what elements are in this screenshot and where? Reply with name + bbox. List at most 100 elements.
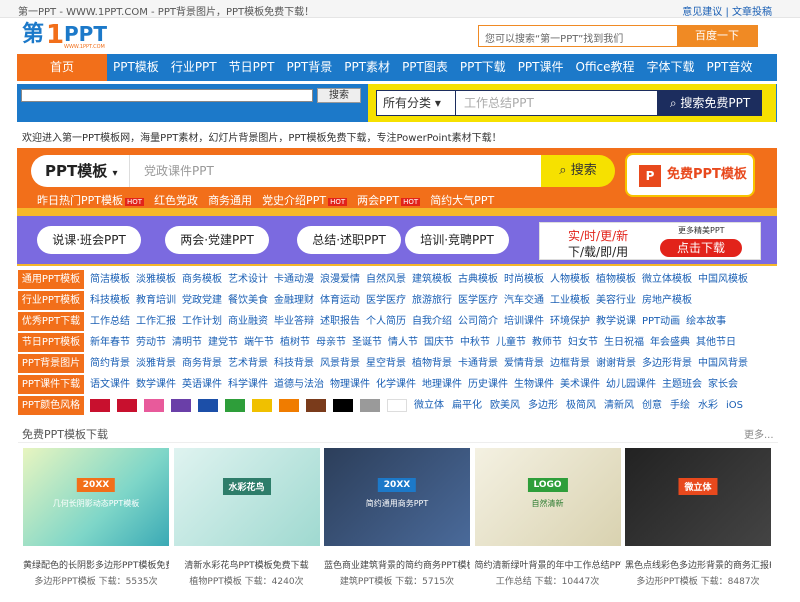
hot-link[interactable]: 党史介绍PPT HOT: [262, 192, 348, 208]
color-swatch[interactable]: [171, 399, 191, 412]
category-link[interactable]: 谢谢背景: [596, 354, 636, 373]
category-link[interactable]: 绘本故事: [686, 312, 726, 331]
category-link[interactable]: 新年春节: [90, 333, 130, 352]
category-link[interactable]: 年会盛典: [650, 333, 690, 352]
nav-item[interactable]: 行业PPT: [165, 54, 223, 81]
category-link[interactable]: 边框背景: [550, 354, 590, 373]
nav-item[interactable]: PPT图表: [396, 54, 454, 81]
template-card[interactable]: 微立体 黑色点线彩色多边形背景的商务汇报PPT 多边形PPT模板 下载：8487次: [625, 448, 771, 587]
color-swatch[interactable]: [144, 399, 164, 412]
category-link[interactable]: 古典模板: [458, 270, 498, 289]
category-link[interactable]: 微立体模板: [642, 270, 692, 289]
category-link[interactable]: 科技背景: [274, 354, 314, 373]
nav-home[interactable]: 首页: [17, 54, 107, 81]
category-link[interactable]: 清明节: [172, 333, 202, 352]
category-link[interactable]: 浪漫爱情: [320, 270, 360, 289]
template-thumbnail[interactable]: LOGO 自然清新: [474, 448, 621, 546]
category-link[interactable]: 淡雅背景: [136, 354, 176, 373]
category-link[interactable]: 微立体: [414, 396, 444, 415]
hot-link[interactable]: 简约大气PPT: [430, 192, 494, 208]
baidu-button[interactable]: 百度一下: [677, 26, 757, 46]
feedback-link[interactable]: 意见建议: [682, 7, 722, 18]
color-swatch[interactable]: [360, 399, 380, 412]
category-link[interactable]: 卡通动漫: [274, 270, 314, 289]
color-swatch[interactable]: [306, 399, 326, 412]
category-link[interactable]: 教育培训: [136, 291, 176, 310]
category-link[interactable]: 中国风模板: [698, 270, 748, 289]
category-label[interactable]: 节日PPT模板: [18, 333, 84, 352]
category-link[interactable]: 欧美风: [490, 396, 520, 415]
category-link[interactable]: iOS: [726, 396, 743, 415]
category-link[interactable]: 艺术背景: [228, 354, 268, 373]
pill-1[interactable]: 说课·班会PPT: [37, 226, 141, 254]
category-link[interactable]: 教师节: [532, 333, 562, 352]
category-link[interactable]: 教学说课: [596, 312, 636, 331]
category-link[interactable]: 公司简介: [458, 312, 498, 331]
card-category[interactable]: 多边形PPT模板: [34, 577, 95, 587]
category-link[interactable]: 述职报告: [320, 312, 360, 331]
category-link[interactable]: 生物课件: [514, 375, 554, 394]
free-ppt-button[interactable]: P 免费PPT模板: [625, 153, 755, 197]
site-search-input[interactable]: [21, 89, 313, 102]
download-promo[interactable]: 实/时/更/新 下/载/即/用 更多精美PPT 点击下载: [539, 222, 761, 260]
category-link[interactable]: 语文课件: [90, 375, 130, 394]
category-link[interactable]: 人物模板: [550, 270, 590, 289]
category-link[interactable]: 多边形背景: [642, 354, 692, 373]
site-search-button[interactable]: 搜索: [317, 88, 361, 103]
nav-item[interactable]: 字体下载: [641, 54, 701, 81]
category-link[interactable]: 植物模板: [596, 270, 636, 289]
category-link[interactable]: 主题班会: [662, 375, 702, 394]
pill-4[interactable]: 培训·竞聘PPT: [405, 226, 509, 254]
category-link[interactable]: 星空背景: [366, 354, 406, 373]
hot-link[interactable]: 商务通用: [208, 192, 252, 208]
card-title[interactable]: 简约清新绿叶背景的年中工作总结PPT模板: [475, 558, 621, 571]
template-card[interactable]: 20XX 简约通用商务PPT 蓝色商业建筑背景的简约商务PPT模板 建筑PPT模板 下…: [324, 448, 470, 587]
card-title[interactable]: 黑色点线彩色多边形背景的商务汇报PPT: [625, 558, 771, 571]
category-link[interactable]: 毕业答辩: [274, 312, 314, 331]
banner-search-button[interactable]: ⌕ 搜索: [541, 155, 615, 187]
template-thumbnail[interactable]: 20XX 几何长阴影动态PPT模板: [23, 448, 169, 546]
category-link[interactable]: 卡通背景: [458, 354, 498, 373]
card-category[interactable]: 工作总结: [496, 577, 532, 587]
nav-item[interactable]: PPT课件: [512, 54, 570, 81]
category-link[interactable]: 中国风背景: [698, 354, 748, 373]
category-link[interactable]: 极简风: [566, 396, 596, 415]
category-link[interactable]: 风景背景: [320, 354, 360, 373]
category-link[interactable]: 地理课件: [422, 375, 462, 394]
category-link[interactable]: 医学医疗: [366, 291, 406, 310]
category-link[interactable]: 端午节: [244, 333, 274, 352]
card-title[interactable]: 清新水彩花鸟PPT模板免费下载: [174, 558, 320, 571]
category-link[interactable]: 工作计划: [182, 312, 222, 331]
category-link[interactable]: 情人节: [388, 333, 418, 352]
category-link[interactable]: 多边形: [528, 396, 558, 415]
category-link[interactable]: 国庆节: [424, 333, 454, 352]
category-link[interactable]: 幼儿园课件: [606, 375, 656, 394]
nav-item[interactable]: PPT下载: [454, 54, 512, 81]
category-link[interactable]: 自然风景: [366, 270, 406, 289]
category-link[interactable]: 商务模板: [182, 270, 222, 289]
category-link[interactable]: 母亲节: [316, 333, 346, 352]
category-link[interactable]: 工作总结: [90, 312, 130, 331]
nav-item[interactable]: Office教程: [570, 54, 641, 81]
category-link[interactable]: 化学课件: [376, 375, 416, 394]
category-link[interactable]: 美容行业: [596, 291, 636, 310]
category-select[interactable]: 所有分类 ▾: [376, 90, 456, 116]
free-search-button[interactable]: ⌕ 搜索免费PPT: [658, 90, 762, 116]
category-link[interactable]: 清新风: [604, 396, 634, 415]
category-link[interactable]: 个人简历: [366, 312, 406, 331]
color-swatch[interactable]: [225, 399, 245, 412]
template-card[interactable]: 20XX 几何长阴影动态PPT模板黄绿配色的长阴影多边形PPT模板免费下载多边形P…: [23, 448, 169, 587]
category-link[interactable]: 汽车交通: [504, 291, 544, 310]
color-swatch[interactable]: [333, 399, 353, 412]
category-link[interactable]: 建筑模板: [412, 270, 452, 289]
category-link[interactable]: 物理课件: [330, 375, 370, 394]
category-link[interactable]: 工业模板: [550, 291, 590, 310]
more-link[interactable]: 更多...: [744, 426, 774, 441]
template-thumbnail[interactable]: 水彩花鸟: [173, 448, 320, 546]
category-link[interactable]: 淡雅模板: [136, 270, 176, 289]
main-search-input[interactable]: 工作总结PPT: [456, 90, 658, 116]
template-thumbnail[interactable]: 微立体: [625, 448, 771, 546]
hot-link[interactable]: 红色党政: [154, 192, 198, 208]
category-link[interactable]: 简约背景: [90, 354, 130, 373]
category-link[interactable]: 家长会: [708, 375, 738, 394]
